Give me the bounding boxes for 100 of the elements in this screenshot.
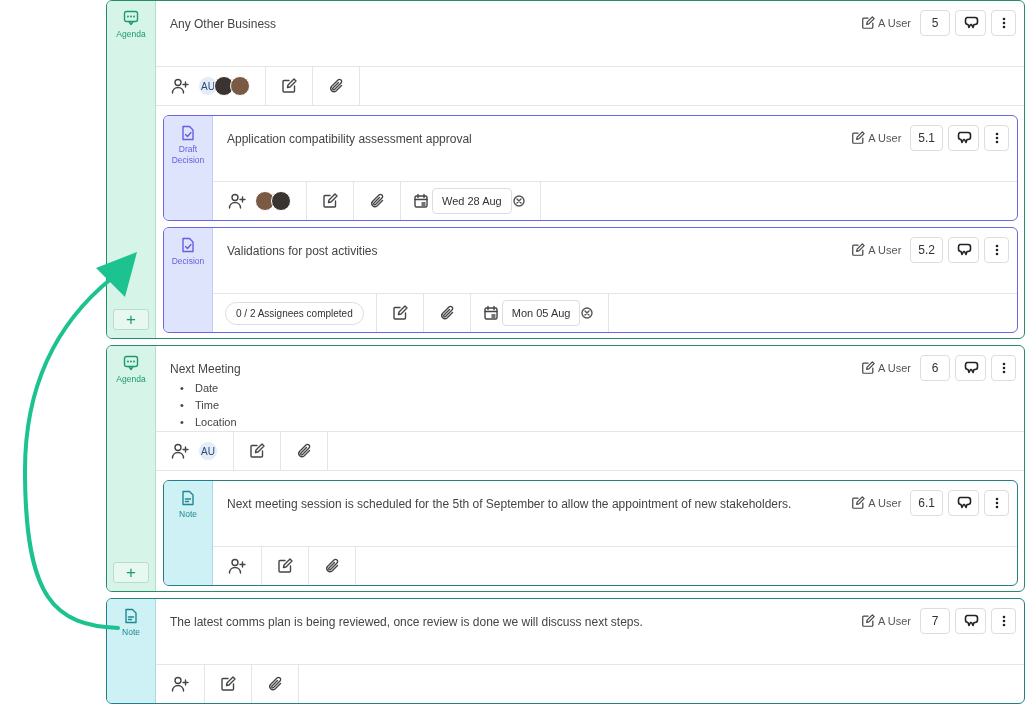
comments-button[interactable] <box>948 490 979 516</box>
item-title: Next meeting session is scheduled for the 5th of September to allow the appointment of new stakeholders. <box>227 497 793 511</box>
item-type-label: Note <box>122 627 140 638</box>
calendar-icon <box>482 305 499 321</box>
item-title: Validations for post activities <box>227 244 379 258</box>
edit-icon <box>861 16 875 30</box>
author-name: A User <box>878 17 911 29</box>
item-type-label: Decision <box>171 256 205 267</box>
initials-avatar: AU <box>198 441 218 461</box>
edit-icon <box>322 193 338 209</box>
avatar-placeholder <box>255 191 275 211</box>
add-assignee-button[interactable] <box>171 443 189 459</box>
calendar-icon <box>413 193 429 209</box>
add-user-icon <box>171 676 189 692</box>
item-type-label: Agenda <box>116 29 146 40</box>
document-check-icon <box>181 125 195 141</box>
item-type-label: Agenda <box>116 374 146 385</box>
add-assignee-button[interactable] <box>171 78 189 94</box>
item-number: 5 <box>920 10 950 36</box>
speech-bubbles-icon <box>955 242 972 258</box>
document-icon <box>124 608 138 624</box>
comments-button[interactable] <box>955 355 986 381</box>
add-user-icon <box>228 193 246 209</box>
edit-icon <box>249 443 265 459</box>
bullet-list: • Date • Time • Location <box>170 380 861 431</box>
item-number: 6.1 <box>910 490 943 516</box>
attach-button[interactable] <box>296 443 312 459</box>
edit-icon <box>220 676 236 692</box>
document-icon <box>181 490 195 506</box>
item-number: 6 <box>920 355 950 381</box>
due-date-field[interactable]: Wed 28 Aug <box>432 188 512 214</box>
edit-icon <box>851 496 866 510</box>
edit-icon <box>851 131 866 145</box>
more-options-icon <box>1001 362 1006 374</box>
author-name: A User <box>878 362 911 374</box>
clear-icon[interactable] <box>581 307 594 319</box>
speech-bubble-icon <box>123 10 139 26</box>
edit-icon <box>277 558 293 574</box>
attach-button[interactable] <box>267 676 283 692</box>
more-options-icon <box>994 497 999 509</box>
author-name: A User <box>878 615 911 627</box>
more-options-icon <box>1001 615 1006 627</box>
attach-button[interactable] <box>328 78 344 94</box>
attach-button[interactable] <box>438 305 455 321</box>
add-assignee-button[interactable] <box>171 676 189 692</box>
comments-button[interactable] <box>955 608 986 634</box>
paperclip-icon <box>296 443 312 459</box>
item-number: 7 <box>920 608 950 634</box>
add-user-icon <box>171 443 189 459</box>
initials-avatar: AU <box>198 76 218 96</box>
comments-button[interactable] <box>955 10 986 36</box>
edit-button[interactable] <box>281 78 297 94</box>
clear-icon[interactable] <box>512 195 525 207</box>
item-title: Application compatibility assessment approval <box>227 132 473 146</box>
edit-button[interactable] <box>249 443 265 459</box>
edit-button[interactable] <box>220 676 236 692</box>
edit-button[interactable] <box>322 193 338 209</box>
attach-button[interactable] <box>369 193 385 209</box>
speech-bubbles-icon <box>962 613 979 629</box>
speech-bubbles-icon <box>962 15 979 31</box>
comments-button[interactable] <box>948 125 979 151</box>
paperclip-icon <box>267 676 283 692</box>
speech-bubbles-icon <box>955 130 972 146</box>
item-type-label: Draft Decision <box>170 144 206 166</box>
add-user-icon <box>171 78 189 94</box>
add-assignee-button[interactable] <box>228 558 246 574</box>
more-options-icon <box>994 244 999 256</box>
edit-icon <box>861 361 875 375</box>
item-type-label: Note <box>179 509 197 520</box>
document-check-icon <box>181 237 195 253</box>
add-user-icon <box>228 558 246 574</box>
paperclip-icon <box>324 558 340 574</box>
edit-button[interactable] <box>391 305 408 321</box>
due-date-field[interactable]: Mon 05 Aug <box>501 300 581 326</box>
avatar-placeholder <box>271 191 291 211</box>
edit-button[interactable] <box>277 558 293 574</box>
edit-icon <box>851 243 866 257</box>
more-options-icon <box>1001 17 1006 29</box>
comments-button[interactable] <box>948 237 979 263</box>
item-title: Next Meeting <box>170 362 242 376</box>
paperclip-icon <box>369 193 385 209</box>
item-title: The latest comms plan is being reviewed, once review is done we will discuss next steps. <box>170 615 644 629</box>
add-assignee-button[interactable] <box>228 193 246 209</box>
paperclip-icon <box>328 78 344 94</box>
speech-bubbles-icon <box>962 360 979 376</box>
edit-icon <box>391 305 408 321</box>
item-number: 5.2 <box>910 237 943 263</box>
speech-bubble-icon <box>123 355 139 371</box>
attach-button[interactable] <box>324 558 340 574</box>
paperclip-icon <box>438 305 455 321</box>
author-name: A User <box>868 497 902 509</box>
item-number: 5.1 <box>910 125 943 151</box>
author-name: A User <box>868 132 902 144</box>
item-title: Any Other Business <box>170 17 278 31</box>
edit-icon <box>861 614 875 628</box>
author-name: A User <box>868 244 902 256</box>
speech-bubbles-icon <box>955 495 972 511</box>
edit-icon <box>281 78 297 94</box>
avatar-placeholder <box>214 76 234 96</box>
more-options-icon <box>994 132 999 144</box>
